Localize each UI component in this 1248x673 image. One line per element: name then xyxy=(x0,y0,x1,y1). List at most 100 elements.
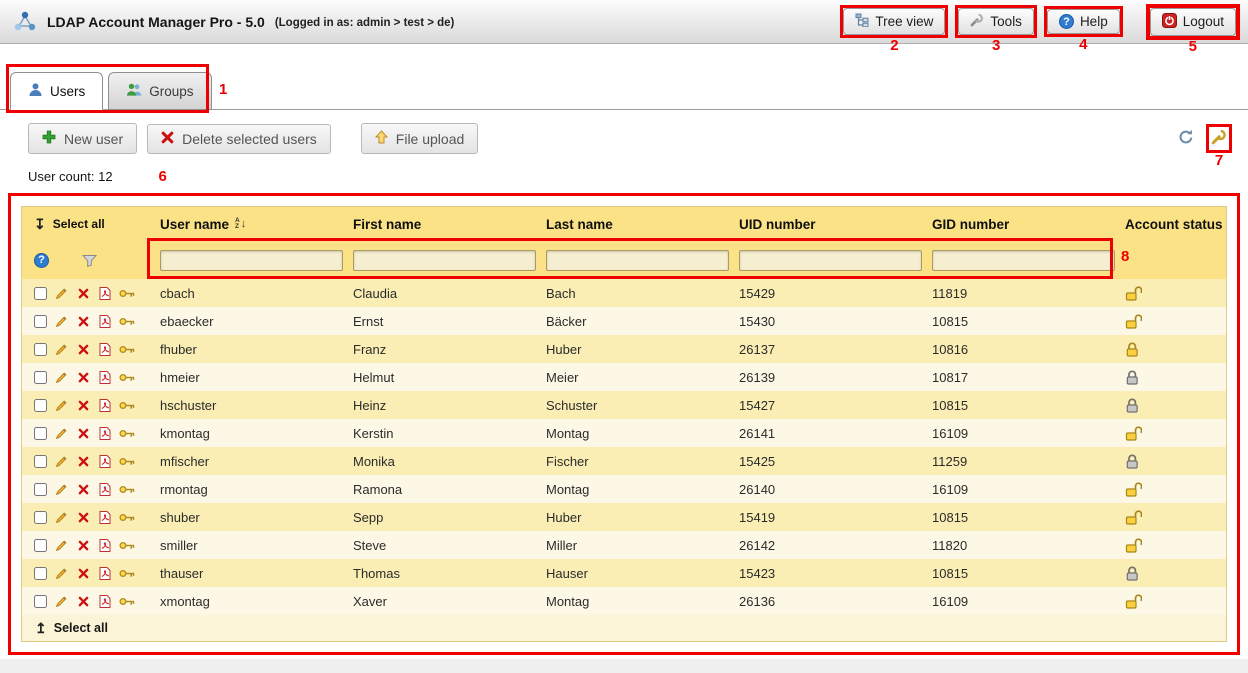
row-checkbox[interactable] xyxy=(34,595,47,608)
cell-user-name[interactable]: xmontag xyxy=(152,594,345,609)
password-key-icon[interactable] xyxy=(119,596,135,607)
sort-icon[interactable] xyxy=(235,218,246,231)
select-all-top[interactable]: Select all xyxy=(22,217,152,231)
row-checkbox[interactable] xyxy=(34,343,47,356)
cell-user-name[interactable]: mfischer xyxy=(152,454,345,469)
pdf-icon[interactable] xyxy=(97,371,113,384)
pdf-icon[interactable] xyxy=(97,511,113,524)
row-checkbox[interactable] xyxy=(34,315,47,328)
table-row[interactable]: shuber Sepp Huber 15419 10815 xyxy=(22,503,1226,531)
delete-x-icon[interactable] xyxy=(75,288,91,299)
pdf-icon[interactable] xyxy=(97,483,113,496)
logout-button[interactable]: Logout xyxy=(1150,8,1236,36)
pdf-icon[interactable] xyxy=(97,539,113,552)
column-header-account-status[interactable]: Account status xyxy=(1117,217,1226,232)
cell-user-name[interactable]: smiller xyxy=(152,538,345,553)
cell-user-name[interactable]: shuber xyxy=(152,510,345,525)
cell-user-name[interactable]: kmontag xyxy=(152,426,345,441)
delete-x-icon[interactable] xyxy=(75,456,91,467)
filter-funnel-icon[interactable] xyxy=(81,254,97,267)
table-row[interactable]: hschuster Heinz Schuster 15427 10815 xyxy=(22,391,1226,419)
cell-user-name[interactable]: rmontag xyxy=(152,482,345,497)
table-row[interactable]: cbach Claudia Bach 15429 11819 xyxy=(22,279,1226,307)
pdf-icon[interactable] xyxy=(97,399,113,412)
delete-selected-users-button[interactable]: Delete selected users xyxy=(147,124,331,154)
edit-pencil-icon[interactable] xyxy=(53,539,69,552)
pdf-icon[interactable] xyxy=(97,287,113,300)
cell-user-name[interactable]: fhuber xyxy=(152,342,345,357)
edit-pencil-icon[interactable] xyxy=(53,427,69,440)
cell-user-name[interactable]: thauser xyxy=(152,566,345,581)
password-key-icon[interactable] xyxy=(119,512,135,523)
delete-x-icon[interactable] xyxy=(75,512,91,523)
filter-input-last-name[interactable] xyxy=(546,250,729,271)
row-checkbox[interactable] xyxy=(34,287,47,300)
tab-groups[interactable]: Groups xyxy=(108,72,211,110)
password-key-icon[interactable] xyxy=(119,568,135,579)
row-checkbox[interactable] xyxy=(34,539,47,552)
pdf-icon[interactable] xyxy=(97,455,113,468)
password-key-icon[interactable] xyxy=(119,456,135,467)
column-header-last-name[interactable]: Last name xyxy=(538,217,731,232)
table-row[interactable]: smiller Steve Miller 26142 11820 xyxy=(22,531,1226,559)
password-key-icon[interactable] xyxy=(119,428,135,439)
delete-x-icon[interactable] xyxy=(75,400,91,411)
password-key-icon[interactable] xyxy=(119,372,135,383)
pdf-icon[interactable] xyxy=(97,315,113,328)
filter-help-icon[interactable] xyxy=(34,253,49,268)
delete-x-icon[interactable] xyxy=(75,344,91,355)
filter-input-first-name[interactable] xyxy=(353,250,536,271)
table-row[interactable]: xmontag Xaver Montag 26136 16109 xyxy=(22,587,1226,615)
column-header-gid-number[interactable]: GID number xyxy=(924,217,1117,232)
filter-input-gid-number[interactable] xyxy=(932,250,1115,271)
table-row[interactable]: rmontag Ramona Montag 26140 16109 xyxy=(22,475,1226,503)
password-key-icon[interactable] xyxy=(119,540,135,551)
table-row[interactable]: thauser Thomas Hauser 15423 10815 xyxy=(22,559,1226,587)
cell-user-name[interactable]: hschuster xyxy=(152,398,345,413)
filter-input-uid-number[interactable] xyxy=(739,250,922,271)
refresh-button[interactable] xyxy=(1176,127,1196,150)
select-all-bottom[interactable]: Select all xyxy=(22,615,1226,641)
cell-user-name[interactable]: hmeier xyxy=(152,370,345,385)
column-header-uid-number[interactable]: UID number xyxy=(731,217,924,232)
delete-x-icon[interactable] xyxy=(75,540,91,551)
help-button[interactable]: Help xyxy=(1047,9,1120,34)
delete-x-icon[interactable] xyxy=(75,596,91,607)
column-header-user-name[interactable]: User name xyxy=(152,217,345,232)
password-key-icon[interactable] xyxy=(119,288,135,299)
edit-pencil-icon[interactable] xyxy=(53,511,69,524)
delete-x-icon[interactable] xyxy=(75,568,91,579)
delete-x-icon[interactable] xyxy=(75,316,91,327)
settings-button[interactable] xyxy=(1209,127,1229,150)
delete-x-icon[interactable] xyxy=(75,372,91,383)
pdf-icon[interactable] xyxy=(97,427,113,440)
table-row[interactable]: ebaecker Ernst Bäcker 15430 10815 xyxy=(22,307,1226,335)
tab-users[interactable]: Users xyxy=(10,72,103,110)
edit-pencil-icon[interactable] xyxy=(53,343,69,356)
table-row[interactable]: fhuber Franz Huber 26137 10816 xyxy=(22,335,1226,363)
table-row[interactable]: mfischer Monika Fischer 15425 11259 xyxy=(22,447,1226,475)
filter-input-user-name[interactable] xyxy=(160,250,343,271)
new-user-button[interactable]: New user xyxy=(28,123,137,154)
tree-view-button[interactable]: Tree view xyxy=(843,8,945,35)
edit-pencil-icon[interactable] xyxy=(53,399,69,412)
edit-pencil-icon[interactable] xyxy=(53,455,69,468)
tools-button[interactable]: Tools xyxy=(958,8,1034,35)
table-row[interactable]: kmontag Kerstin Montag 26141 16109 xyxy=(22,419,1226,447)
edit-pencil-icon[interactable] xyxy=(53,595,69,608)
row-checkbox[interactable] xyxy=(34,567,47,580)
pdf-icon[interactable] xyxy=(97,567,113,580)
file-upload-button[interactable]: File upload xyxy=(361,123,479,154)
edit-pencil-icon[interactable] xyxy=(53,287,69,300)
password-key-icon[interactable] xyxy=(119,400,135,411)
pdf-icon[interactable] xyxy=(97,343,113,356)
pdf-icon[interactable] xyxy=(97,595,113,608)
row-checkbox[interactable] xyxy=(34,455,47,468)
password-key-icon[interactable] xyxy=(119,344,135,355)
edit-pencil-icon[interactable] xyxy=(53,315,69,328)
edit-pencil-icon[interactable] xyxy=(53,371,69,384)
table-row[interactable]: hmeier Helmut Meier 26139 10817 xyxy=(22,363,1226,391)
row-checkbox[interactable] xyxy=(34,399,47,412)
delete-x-icon[interactable] xyxy=(75,484,91,495)
row-checkbox[interactable] xyxy=(34,371,47,384)
